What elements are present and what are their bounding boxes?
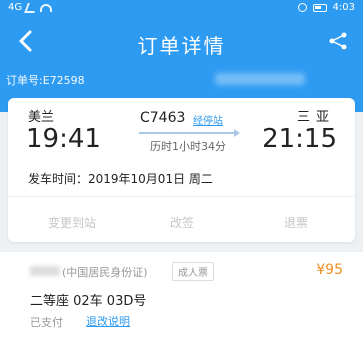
arrive-time: 21:15 bbox=[262, 124, 337, 154]
network-label: 4G bbox=[8, 2, 23, 13]
duration: 历时1小时34分 bbox=[150, 140, 226, 153]
signal-icon bbox=[24, 2, 38, 13]
depart-time: 19:41 bbox=[26, 124, 101, 154]
train-number: C7463 bbox=[140, 110, 186, 126]
from-station: 美兰 bbox=[28, 110, 55, 125]
ticket-price: ¥95 bbox=[316, 262, 343, 278]
status-bar: 4G 4:03 bbox=[0, 0, 363, 16]
seat-info: 二等座 02车 03D号 bbox=[30, 294, 147, 309]
route-arrow bbox=[139, 129, 240, 137]
passenger-name-redacted bbox=[30, 266, 60, 276]
reschedule-button[interactable]: 改签 bbox=[170, 214, 194, 231]
wifi-icon bbox=[40, 3, 53, 12]
share-icon[interactable] bbox=[327, 30, 349, 52]
page-title: 订单详情 bbox=[137, 34, 226, 58]
refund-button[interactable]: 退票 bbox=[284, 214, 308, 231]
card-divider bbox=[8, 196, 355, 197]
status-time: 4:03 bbox=[332, 2, 355, 13]
status-right: 4:03 bbox=[297, 2, 355, 13]
pay-status: 已支付 bbox=[30, 316, 63, 329]
passenger-section: (中国居民身份证) 成人票 ¥95 二等座 02车 03D号 已支付 退改说明 bbox=[0, 252, 363, 347]
alarm-icon bbox=[297, 3, 307, 12]
status-left: 4G bbox=[8, 2, 53, 13]
ticket-type-badge: 成人票 bbox=[172, 262, 214, 281]
header: 4G 4:03 订单详情 订单号:E72598 bbox=[0, 0, 363, 112]
change-destination-button[interactable]: 变更到站 bbox=[48, 214, 96, 231]
to-station: 三亚 bbox=[296, 110, 335, 125]
refund-policy-link[interactable]: 退改说明 bbox=[86, 313, 130, 329]
trip-card: 美兰 19:41 C7463 经停站 历时1小时34分 三亚 21:15 发车时… bbox=[8, 98, 355, 242]
battery-icon bbox=[312, 3, 327, 12]
stopover-link[interactable]: 经停站 bbox=[193, 112, 223, 127]
nav-bar: 订单详情 bbox=[0, 22, 363, 62]
passenger-id-type: (中国居民身份证) bbox=[62, 266, 148, 279]
depart-date: 发车时间：2019年10月01日 周二 bbox=[28, 172, 213, 186]
redacted-patch bbox=[215, 73, 305, 85]
order-number: 订单号:E72598 bbox=[6, 74, 85, 87]
